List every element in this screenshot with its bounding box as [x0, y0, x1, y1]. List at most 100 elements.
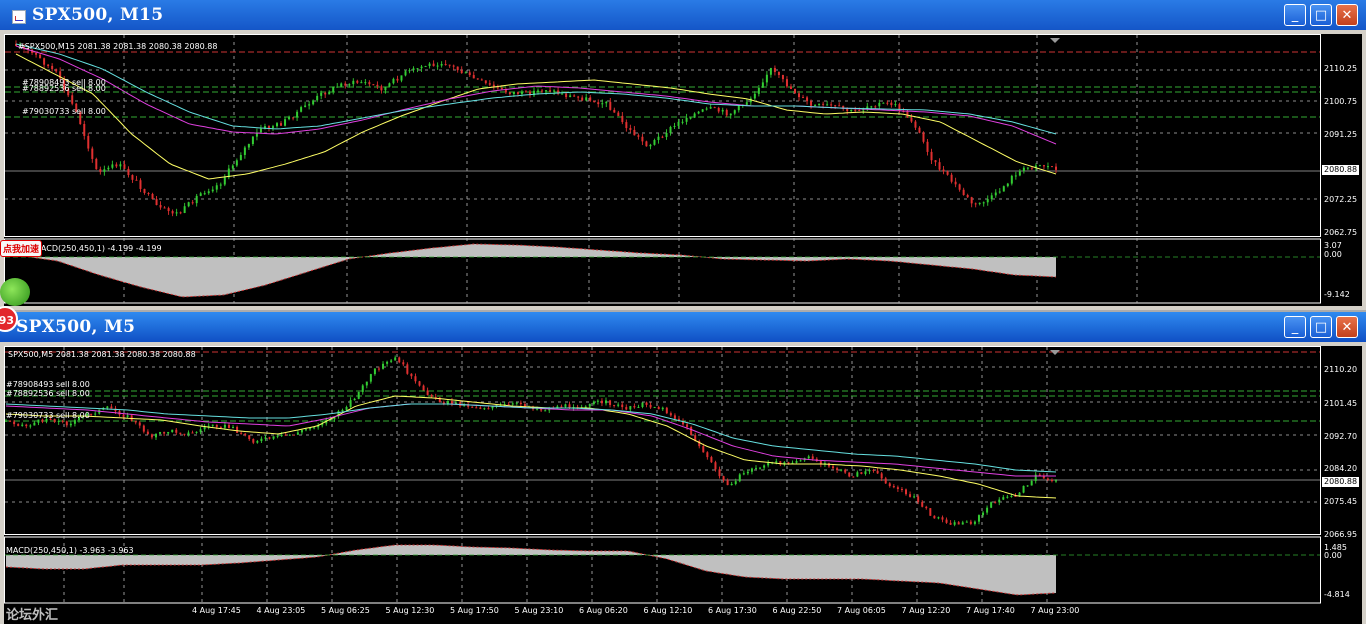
candle-body [990, 502, 993, 508]
candle-body [479, 407, 482, 409]
candle-body [730, 483, 733, 486]
candle-body [410, 373, 413, 377]
candle-body [958, 184, 961, 190]
candle-body [950, 174, 953, 182]
candle-body [910, 117, 913, 122]
minimize-button[interactable]: _ [1284, 4, 1306, 26]
candle-body [585, 97, 588, 101]
candle-body [436, 65, 439, 67]
candle-body [641, 136, 644, 142]
candle-body [677, 121, 680, 126]
price-axis-label: 2072.25 [1324, 195, 1358, 204]
candle-body [565, 93, 568, 98]
time-axis-label: 6 Aug 12:10 [643, 606, 693, 615]
candle-body [324, 92, 327, 95]
candle-body [199, 193, 202, 196]
candle-body [625, 122, 628, 129]
frog-mascot-icon[interactable] [0, 278, 30, 306]
candle-body [876, 470, 879, 474]
candle-body [368, 82, 371, 85]
candle-body [569, 95, 572, 98]
candle-body [179, 212, 182, 214]
candle-body [29, 425, 32, 427]
candle-body [296, 432, 299, 435]
candle-body [21, 424, 24, 426]
candle-body [146, 431, 149, 435]
close-button[interactable]: ✕ [1336, 316, 1358, 338]
candle-body [432, 63, 435, 67]
candle-body [733, 110, 736, 114]
candle-body [103, 169, 106, 172]
candle-body [227, 424, 230, 428]
candle-body [613, 109, 616, 113]
candle-body [838, 105, 841, 107]
candle-body [373, 368, 376, 375]
candle-body [236, 426, 239, 433]
candle-body [139, 180, 142, 189]
candle-body [710, 457, 713, 463]
candle-body [215, 424, 218, 427]
candle-body [589, 97, 592, 101]
maximize-button[interactable]: □ [1310, 4, 1332, 26]
candle-body [649, 404, 652, 408]
minimize-button[interactable]: _ [1284, 316, 1306, 338]
candle-body [844, 469, 847, 473]
candle-body [524, 91, 527, 93]
m5-chart-window[interactable]: SPX500, M5 _ □ ✕ SPX500,M5 2081.38 2081.… [0, 312, 1366, 624]
candle-body [946, 171, 949, 175]
candle-body [159, 432, 162, 434]
m5-price-chart[interactable] [4, 346, 1362, 624]
candle-body [288, 434, 291, 436]
candle-body [657, 136, 660, 141]
time-axis-label: 6 Aug 17:30 [708, 606, 757, 615]
candle-body [199, 429, 202, 432]
candle-body [765, 74, 768, 83]
candle-body [147, 192, 150, 194]
candle-body [933, 515, 936, 519]
candle-body [332, 86, 335, 92]
candle-body [25, 424, 28, 427]
candle-body [336, 86, 339, 88]
close-button[interactable]: ✕ [1336, 4, 1358, 26]
m5-chart-area[interactable]: SPX500,M5 2081.38 2081.38 2080.38 2080.8… [4, 346, 1362, 624]
candle-body [661, 407, 664, 410]
m15-price-chart[interactable] [4, 34, 1362, 306]
candle-body [143, 188, 146, 193]
m15-title-bar[interactable]: SPX500, M15 _ □ ✕ [0, 0, 1366, 30]
candle-body [300, 107, 303, 112]
candle-body [452, 65, 455, 67]
moving-average-cyan [5, 403, 1057, 473]
candle-body [930, 151, 933, 161]
candle-body [106, 406, 109, 409]
candle-body [231, 165, 234, 169]
candle-body [422, 385, 425, 391]
candle-body [874, 106, 877, 108]
candle-body [806, 97, 809, 102]
candle-body [1010, 175, 1013, 184]
candle-body [717, 107, 720, 112]
candle-body [167, 432, 170, 434]
candle-body [211, 189, 214, 192]
moving-average-magenta [15, 45, 1057, 145]
candle-body [998, 499, 1001, 503]
candle-body [61, 420, 64, 422]
m15-chart-area[interactable]: #SPX500,M15 2081.38 2081.38 2080.38 2080… [4, 34, 1362, 306]
candle-body [909, 494, 912, 497]
candle-body [726, 480, 729, 486]
time-axis-label: 7 Aug 17:40 [966, 606, 1015, 615]
candle-body [207, 191, 210, 194]
m15-chart-window[interactable]: SPX500, M15 _ □ ✕ #SPX500,M15 2081.38 20… [0, 0, 1366, 310]
candle-body [645, 402, 648, 405]
speed-boost-badge[interactable]: 点我加速 [0, 240, 43, 257]
candle-body [260, 438, 263, 442]
m5-title-bar[interactable]: SPX500, M5 _ □ ✕ [0, 312, 1366, 342]
candle-body [581, 97, 584, 101]
candle-body [392, 78, 395, 84]
maximize-button[interactable]: □ [1310, 316, 1332, 338]
candle-body [69, 423, 72, 426]
candle-body [280, 123, 283, 126]
candle-body [127, 168, 130, 176]
macd-label: MACD(250,450,1) -4.199 -4.199 [34, 244, 162, 253]
macd-axis-label: -9.142 [1324, 290, 1350, 299]
candle-body [232, 426, 235, 428]
